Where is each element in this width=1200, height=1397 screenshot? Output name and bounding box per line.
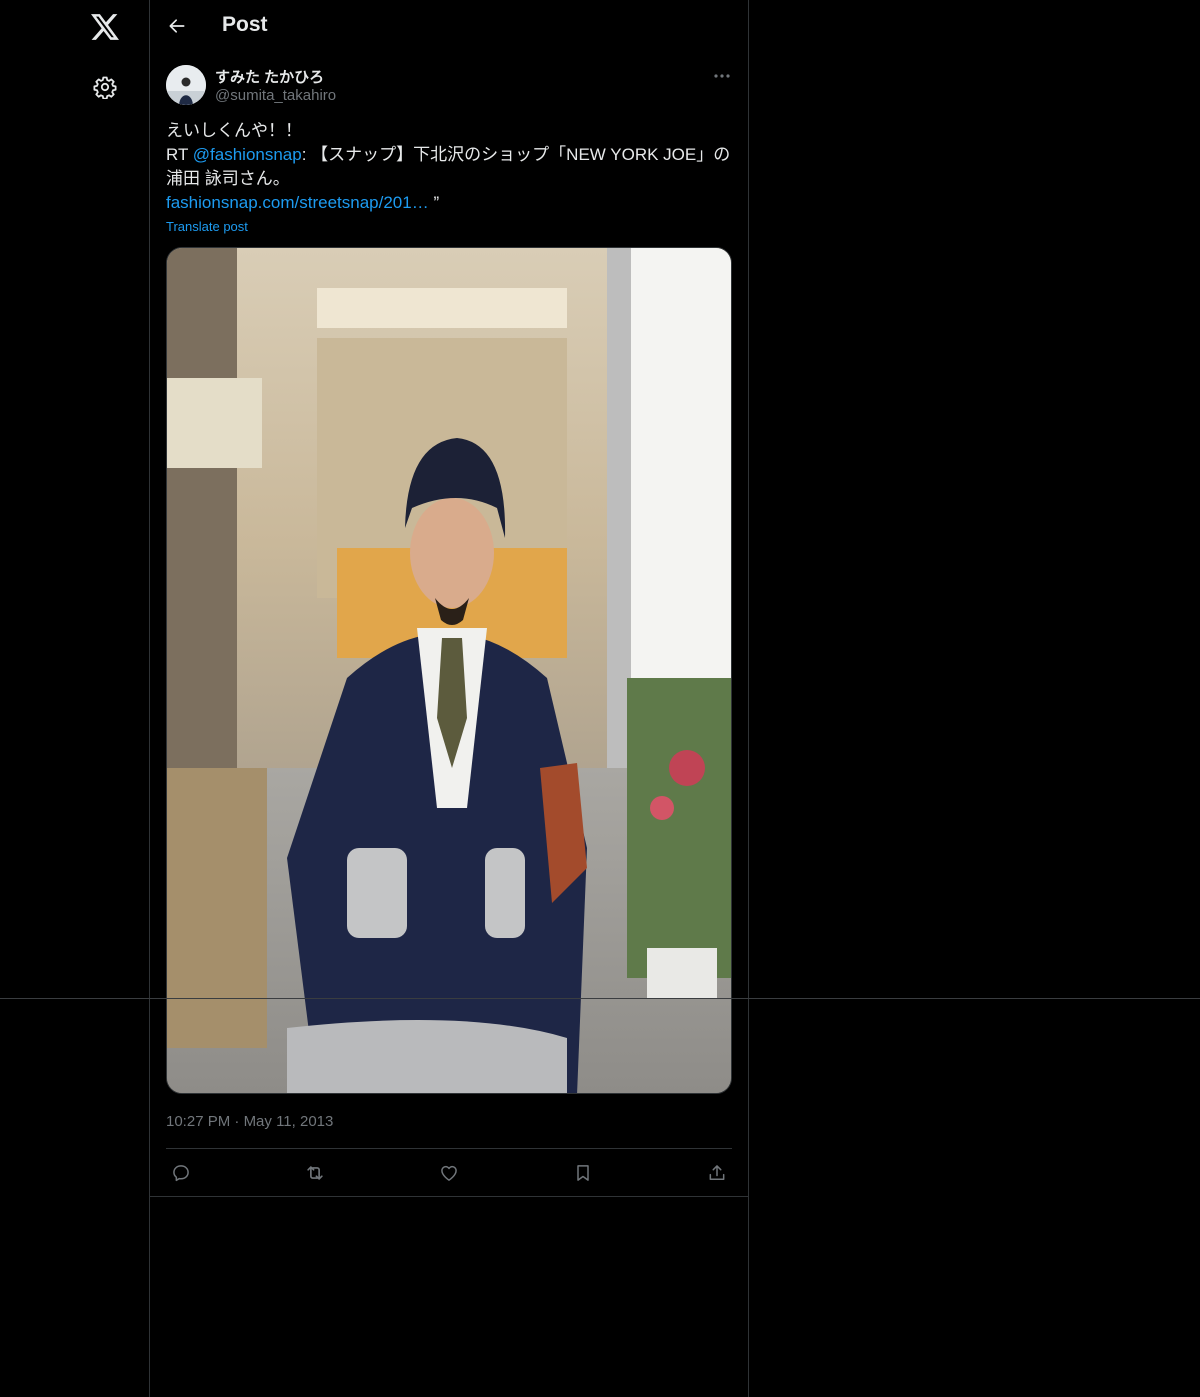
- post-photo[interactable]: [166, 247, 732, 1094]
- left-nav: [0, 0, 150, 1397]
- share-icon[interactable]: [703, 1159, 731, 1187]
- reply-icon[interactable]: [167, 1159, 195, 1187]
- repost-icon[interactable]: [301, 1159, 329, 1187]
- post-text-line: 浦田 詠司さん。: [166, 169, 290, 188]
- url-link[interactable]: fashionsnap.com/streetsnap/201…: [166, 193, 429, 212]
- post-text-line: fashionsnap.com/streetsnap/201… ”: [166, 191, 732, 215]
- avatar[interactable]: [166, 65, 206, 105]
- header: Post: [150, 0, 748, 53]
- viewport-fold-line: [0, 998, 1200, 999]
- rt-prefix: RT: [166, 145, 193, 164]
- page-title: Post: [222, 13, 268, 36]
- timestamp-separator: ·: [230, 1113, 244, 1130]
- post-time: 10:27 PM: [166, 1113, 231, 1130]
- author-display-name[interactable]: すみた たかひろ: [215, 66, 324, 87]
- post-text-line: RT @fashionsnap: 【スナップ】下北沢のショップ「NEW YORK…: [166, 143, 732, 167]
- arrow-left-icon[interactable]: [162, 11, 192, 41]
- main-column: Post すみた たかひろ @sumita_takahiro えいしくんや！！ …: [150, 0, 749, 1397]
- post-text: えいしくんや！！ RT @fashionsnap: 【スナップ】下北沢のショップ…: [166, 119, 732, 215]
- divider: [150, 1196, 748, 1197]
- gear-icon[interactable]: [85, 67, 125, 107]
- more-options-icon[interactable]: [708, 63, 736, 89]
- post-text-line: えいしくんや！！: [166, 121, 302, 140]
- action-bar: [166, 1149, 732, 1196]
- post-timestamp[interactable]: 10:27 PM · May 11, 2013: [166, 1113, 333, 1130]
- x-logo-icon[interactable]: [85, 7, 125, 47]
- author-handle[interactable]: @sumita_takahiro: [215, 87, 336, 104]
- translate-post-link[interactable]: Translate post: [166, 219, 248, 234]
- mention-link[interactable]: @fashionsnap: [193, 145, 302, 164]
- post-date: May 11, 2013: [243, 1113, 334, 1130]
- like-icon[interactable]: [435, 1159, 463, 1187]
- bookmark-icon[interactable]: [569, 1159, 597, 1187]
- quote-mark: ”: [428, 193, 440, 212]
- post-text-segment: : 【スナップ】下北沢のショップ「NEW YORK JOE」の: [301, 145, 731, 164]
